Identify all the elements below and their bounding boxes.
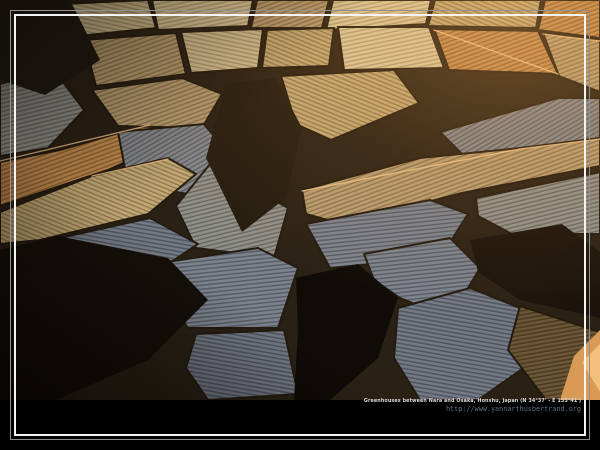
- aerial-photo: [0, 0, 600, 400]
- caption-title: Greenhouses between Nara and Osaka, Hons…: [364, 398, 581, 405]
- lighting-overlays: [0, 0, 600, 400]
- aerial-photo-art: [0, 0, 600, 400]
- wallpaper-canvas: Greenhouses between Nara and Osaka, Hons…: [0, 0, 600, 450]
- caption-url: http://www.yannarthusbertrand.org: [350, 405, 581, 413]
- photo-caption: Greenhouses between Nara and Osaka, Hons…: [350, 398, 581, 413]
